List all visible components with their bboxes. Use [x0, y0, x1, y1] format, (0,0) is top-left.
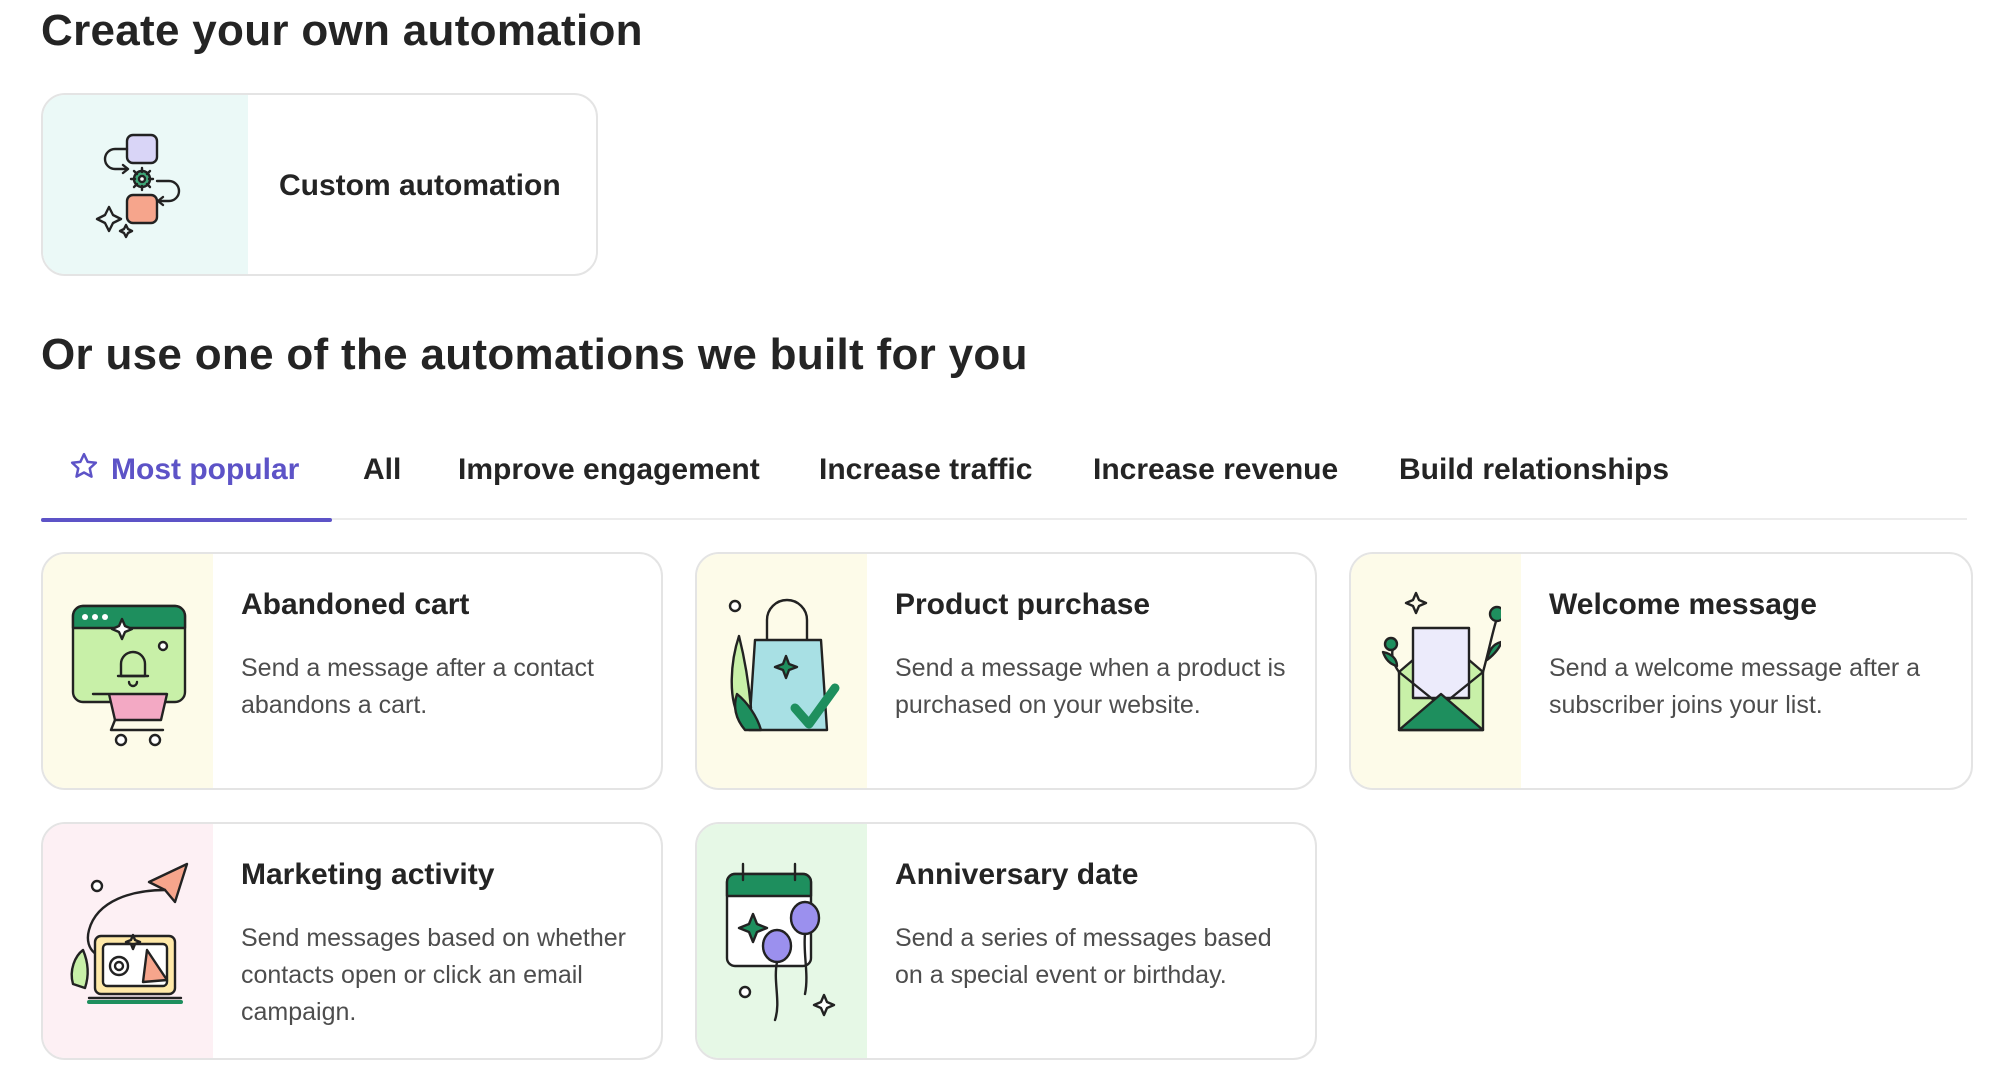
welcome-message-card[interactable]: Welcome message Send a welcome message a… [1349, 552, 1973, 790]
card-description: Send a message after a contact abandons … [241, 654, 594, 719]
create-automation-heading: Create your own automation [41, 6, 643, 55]
custom-automation-thumbnail [43, 95, 248, 274]
card-description: Send messages based on whether contacts … [241, 924, 626, 1026]
card-title: Anniversary date [895, 858, 1139, 891]
card-title: Welcome message [1549, 588, 1817, 621]
card-thumbnail [697, 554, 867, 788]
card-description: Send a series of messages based on a spe… [895, 924, 1272, 989]
tab-label: Most popular [111, 453, 300, 486]
envelope-icon [1381, 591, 1501, 732]
tab-all[interactable]: All [363, 440, 401, 520]
product-purchase-card[interactable]: Product purchase Send a message when a p… [695, 552, 1317, 790]
marketing-activity-card[interactable]: Marketing activity Send messages based o… [41, 822, 663, 1060]
anniversary-date-card[interactable]: Anniversary date Send a series of messag… [695, 822, 1317, 1060]
workflow-icon [95, 133, 181, 239]
prebuilt-automations-heading: Or use one of the automations we built f… [41, 330, 1028, 379]
category-tabs: Most popular All Improve engagement Incr… [41, 440, 1967, 522]
megaphone-icon [70, 862, 189, 1004]
tab-increase-traffic[interactable]: Increase traffic [819, 440, 1032, 520]
tab-build-relationships[interactable]: Build relationships [1399, 440, 1669, 520]
custom-automation-card[interactable]: Custom automation [41, 93, 598, 276]
calendar-balloons-icon [725, 862, 836, 1022]
star-icon [70, 452, 98, 478]
card-thumbnail [43, 554, 213, 788]
shopping-cart-icon [71, 604, 187, 747]
card-title: Product purchase [895, 588, 1151, 621]
abandoned-cart-card[interactable]: Abandoned cart Send a message after a co… [41, 552, 663, 790]
tab-improve-engagement[interactable]: Improve engagement [458, 440, 760, 520]
card-description: Send a welcome message after a subscribe… [1549, 654, 1921, 719]
card-title: Abandoned cart [241, 588, 470, 621]
tab-most-popular[interactable]: Most popular [41, 440, 332, 522]
card-thumbnail [43, 824, 213, 1058]
tab-increase-revenue[interactable]: Increase revenue [1093, 440, 1338, 520]
shopping-bag-icon [728, 598, 840, 732]
custom-automation-label: Custom automation [279, 169, 561, 202]
card-thumbnail [1351, 554, 1521, 788]
card-description: Send a message when a product is purchas… [895, 654, 1286, 719]
card-thumbnail [697, 824, 867, 1058]
card-title: Marketing activity [241, 858, 495, 891]
